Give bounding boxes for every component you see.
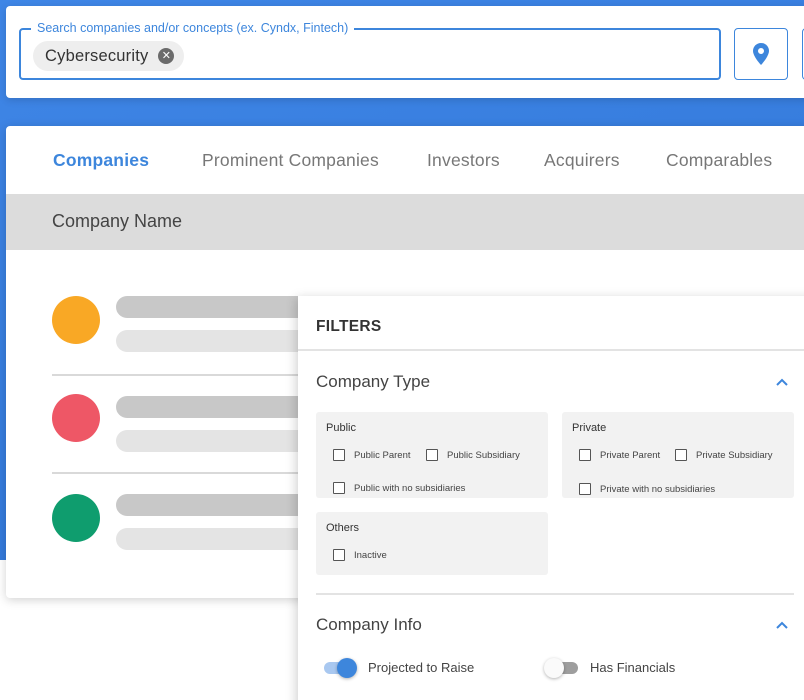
toggle-projected-to-raise[interactable]: Projected to Raise (324, 657, 474, 678)
company-avatar (52, 394, 100, 442)
search-legend: Search companies and/or concepts (ex. Cy… (31, 21, 355, 35)
search-field[interactable]: Search companies and/or concepts (ex. Cy… (19, 21, 721, 80)
checkbox[interactable] (333, 449, 345, 461)
filter-group-public: Public Public Parent Public Subsidiary P… (316, 412, 548, 498)
checkbox[interactable] (333, 549, 345, 561)
checkbox-public-parent[interactable]: Public Parent (333, 449, 411, 461)
toggle-track[interactable] (324, 657, 357, 678)
checkbox-private-no-subsidiaries[interactable]: Private with no subsidiaries (579, 483, 715, 495)
checkbox-public-no-subsidiaries[interactable]: Public with no subsidiaries (333, 482, 465, 494)
filters-panel: FILTERS Company Type Public Public Paren… (298, 296, 804, 700)
column-header-company-name[interactable]: Company Name (52, 211, 182, 232)
tab-investors[interactable]: Investors (427, 150, 500, 171)
filters-title: FILTERS (316, 318, 382, 335)
section-divider (316, 593, 794, 595)
checkbox[interactable] (675, 449, 687, 461)
tab-acquirers[interactable]: Acquirers (544, 150, 620, 171)
company-avatar (52, 494, 100, 542)
company-avatar (52, 296, 100, 344)
search-bar-card: Search companies and/or concepts (ex. Cy… (6, 6, 804, 98)
section-title-company-type: Company Type (316, 372, 431, 391)
search-chip-label: Cybersecurity (45, 46, 149, 65)
checkbox[interactable] (579, 483, 591, 495)
filter-group-private: Private Private Parent Private Subsidiar… (562, 412, 794, 498)
toggle-knob[interactable] (337, 657, 357, 678)
checkbox[interactable] (579, 449, 591, 461)
table-header: Company Name (6, 194, 804, 250)
filters-divider (298, 349, 804, 351)
tab-comparables[interactable]: Comparables (666, 150, 772, 171)
group-label-private: Private (572, 422, 607, 434)
group-label-public: Public (326, 422, 356, 434)
tab-bar: Companies Prominent Companies Investors … (6, 126, 804, 194)
toggle-knob[interactable] (544, 657, 564, 678)
map-pin-icon (753, 43, 769, 65)
checkbox[interactable] (333, 482, 345, 494)
filter-group-others: Others Inactive (316, 512, 548, 575)
chevron-up-icon[interactable] (774, 617, 790, 633)
checkbox-inactive[interactable]: Inactive (333, 549, 387, 561)
tab-companies[interactable]: Companies (53, 150, 149, 171)
group-label-others: Others (326, 522, 360, 534)
tab-prominent-companies[interactable]: Prominent Companies (202, 150, 379, 171)
close-icon[interactable]: ✕ (158, 48, 175, 64)
location-button[interactable] (734, 28, 788, 80)
chevron-up-icon[interactable] (774, 374, 790, 390)
checkbox-public-subsidiary[interactable]: Public Subsidiary (426, 449, 520, 461)
checkbox-private-parent[interactable]: Private Parent (579, 449, 660, 461)
toggle-has-financials[interactable]: Has Financials (544, 657, 675, 678)
toggle-track[interactable] (544, 657, 578, 678)
checkbox[interactable] (426, 449, 438, 461)
section-title-company-info: Company Info (316, 615, 422, 634)
search-chip[interactable]: Cybersecurity ✕ (33, 41, 185, 71)
checkbox-private-subsidiary[interactable]: Private Subsidiary (675, 449, 773, 461)
